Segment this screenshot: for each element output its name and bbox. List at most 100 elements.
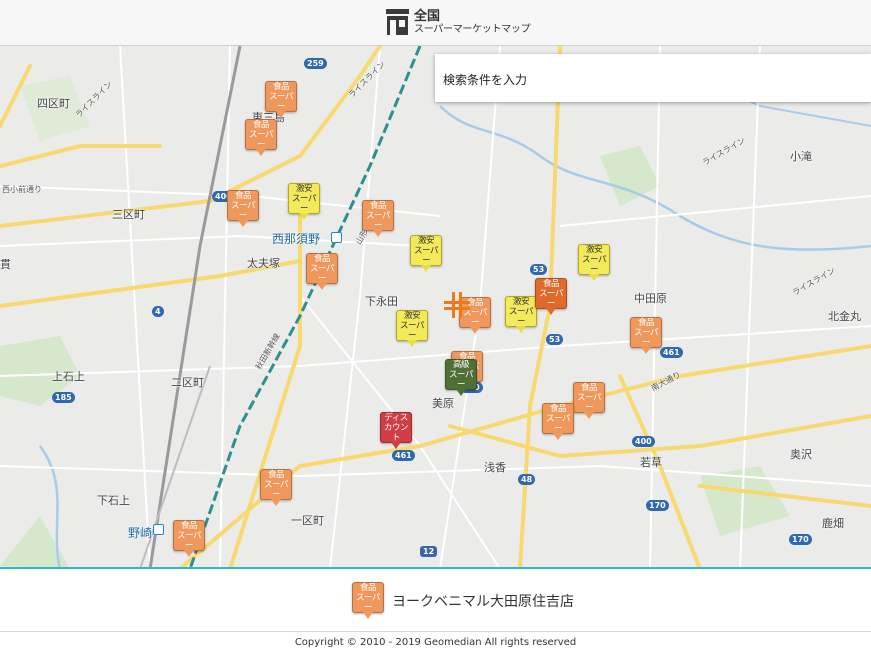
premium-supermarket-marker-icon[interactable]: 高級 スーパー	[445, 359, 477, 397]
map-canvas[interactable]: 検索条件を入力 四区町 三区町 西那須野 太夫塚 下永田 上石上 二区町 美原 浅香 下石上 野崎 一…	[0, 46, 871, 569]
train-station-icon[interactable]	[153, 524, 164, 535]
marker-label: スーパー	[582, 254, 606, 275]
marker-label: 激安	[295, 183, 313, 194]
place-label: 西那須野	[272, 232, 321, 246]
map-base-layer	[0, 46, 871, 567]
marker-label: スーパー	[310, 263, 334, 284]
place-label: 二区町	[171, 376, 204, 389]
header: 全国 スーパーマーケットマップ	[0, 0, 871, 46]
selected-store-name[interactable]: ヨークベニマル大田原住吉店	[392, 591, 574, 611]
place-label: 北金丸	[828, 310, 861, 323]
marker-label: スーパー	[449, 369, 473, 390]
marker-label: 食品	[369, 200, 387, 211]
footer-copyright: Copyright © 2010 - 2019 Geomedian All ri…	[0, 631, 871, 653]
discount-supermarket-marker-icon[interactable]: 激安 スーパー	[288, 183, 320, 221]
place-label: 貫	[0, 258, 11, 271]
marker-label: スーパー	[634, 327, 658, 348]
discount-store-marker-icon[interactable]: ディス カウント	[380, 412, 412, 450]
place-label: 浅香	[484, 461, 506, 474]
place-label: 野崎	[128, 526, 153, 540]
food-supermarket-marker-icon[interactable]: 食品スーパー	[535, 278, 567, 316]
marker-label: 食品	[180, 520, 198, 531]
marker-label: スーパー	[366, 210, 390, 231]
food-supermarket-marker-icon[interactable]: 食品スーパー	[362, 200, 394, 238]
place-label: 若草	[640, 456, 662, 469]
route-shield-icon: 170	[789, 534, 812, 545]
marker-label: カウント	[383, 422, 409, 443]
selected-store-marker-icon: 食品 スーパー	[352, 582, 384, 620]
place-label: 中田原	[634, 292, 667, 305]
discount-supermarket-marker-icon[interactable]: 激安 スーパー	[578, 244, 610, 282]
route-shield-icon: 259	[304, 58, 327, 69]
food-supermarket-marker-icon[interactable]: 食品スーパー	[542, 403, 574, 441]
marker-label: 食品	[549, 403, 567, 414]
marker-label: スーパー	[400, 320, 424, 341]
place-label: 奥沢	[790, 448, 812, 461]
route-shield-icon: 4	[152, 306, 164, 317]
marker-label: スーパー	[249, 129, 273, 150]
place-label: 美原	[432, 397, 454, 410]
food-supermarket-marker-icon[interactable]: 食品スーパー	[573, 382, 605, 420]
food-supermarket-marker-icon[interactable]: 食品スーパー	[630, 317, 662, 355]
app-root: 全国 スーパーマーケットマップ 検索条件を入力 四区町 三区町 西那須野 太夫塚…	[0, 0, 871, 653]
place-label: 三区町	[112, 208, 145, 221]
marker-label: スーパー	[231, 200, 255, 221]
place-label: 鹿畑	[822, 517, 844, 530]
marker-label: 食品	[542, 278, 560, 289]
train-station-icon[interactable]	[331, 232, 342, 243]
route-shield-icon: 53	[546, 334, 564, 345]
route-shield-icon: 461	[392, 450, 415, 461]
marker-label-line1: 食品	[359, 582, 377, 593]
marker-label: 食品	[313, 253, 331, 264]
route-shield-icon: 12	[420, 546, 438, 557]
marker-label: スーパー	[264, 479, 288, 500]
store-icon	[386, 9, 409, 35]
marker-label: スーパー	[414, 245, 438, 266]
marker-label: スーパー	[269, 91, 293, 112]
food-supermarket-marker-icon[interactable]: 食品スーパー	[306, 253, 338, 291]
marker-label: スーパー	[509, 306, 533, 327]
marker-label: 激安	[512, 296, 530, 307]
marker-label: 食品	[234, 190, 252, 201]
marker-label: スーパー	[546, 413, 570, 434]
route-shield-icon: 53	[530, 264, 548, 275]
place-label: 下永田	[365, 295, 398, 308]
food-supermarket-marker-icon[interactable]: 食品スーパー	[227, 190, 259, 228]
marker-label: 高級	[452, 359, 470, 370]
food-supermarket-marker-icon[interactable]: 食品スーパー	[245, 119, 277, 157]
route-shield-icon: 170	[646, 500, 669, 511]
marker-label: スーパー	[292, 193, 316, 214]
marker-label: 食品	[252, 119, 270, 130]
place-label: 小滝	[790, 150, 812, 163]
marker-label: 激安	[417, 235, 435, 246]
route-shield-icon: 461	[660, 347, 683, 358]
marker-label: 食品	[580, 382, 598, 393]
discount-supermarket-marker-icon[interactable]: 激安 スーパー	[396, 310, 428, 348]
place-label: 下石上	[97, 494, 130, 507]
logo[interactable]: 全国 スーパーマーケットマップ	[385, 8, 531, 36]
place-label: 太夫塚	[247, 257, 280, 270]
food-supermarket-marker-icon[interactable]: 食品スーパー	[173, 520, 205, 558]
food-supermarket-marker-icon[interactable]: 食品スーパー	[265, 81, 297, 119]
marker-label: 激安	[585, 244, 603, 255]
marker-label-line2: スーパー	[356, 592, 380, 613]
discount-supermarket-marker-icon[interactable]: 激安 スーパー	[505, 296, 537, 334]
app-title: 全国	[414, 8, 441, 24]
route-shield-icon: 185	[52, 392, 75, 403]
marker-label: ディス	[384, 412, 408, 423]
marker-label: 激安	[403, 310, 421, 321]
place-label: 一区町	[291, 514, 324, 527]
selected-store-panel: 食品 スーパー ヨークベニマル大田原住吉店	[0, 571, 871, 631]
marker-label: 食品	[267, 469, 285, 480]
marker-label: 食品	[272, 81, 290, 92]
map-center-crosshair-icon	[444, 292, 470, 318]
app-subtitle: スーパーマーケットマップ	[414, 23, 531, 35]
place-label: 四区町	[37, 97, 70, 110]
search-input[interactable]: 検索条件を入力	[435, 54, 871, 102]
food-supermarket-marker-icon[interactable]: 食品スーパー	[260, 469, 292, 507]
marker-label: スーパー	[577, 392, 601, 413]
marker-label: 食品	[637, 317, 655, 328]
route-shield-icon: 48	[518, 474, 536, 485]
discount-supermarket-marker-icon[interactable]: 激安 スーパー	[410, 235, 442, 273]
marker-label: スーパー	[177, 530, 201, 551]
